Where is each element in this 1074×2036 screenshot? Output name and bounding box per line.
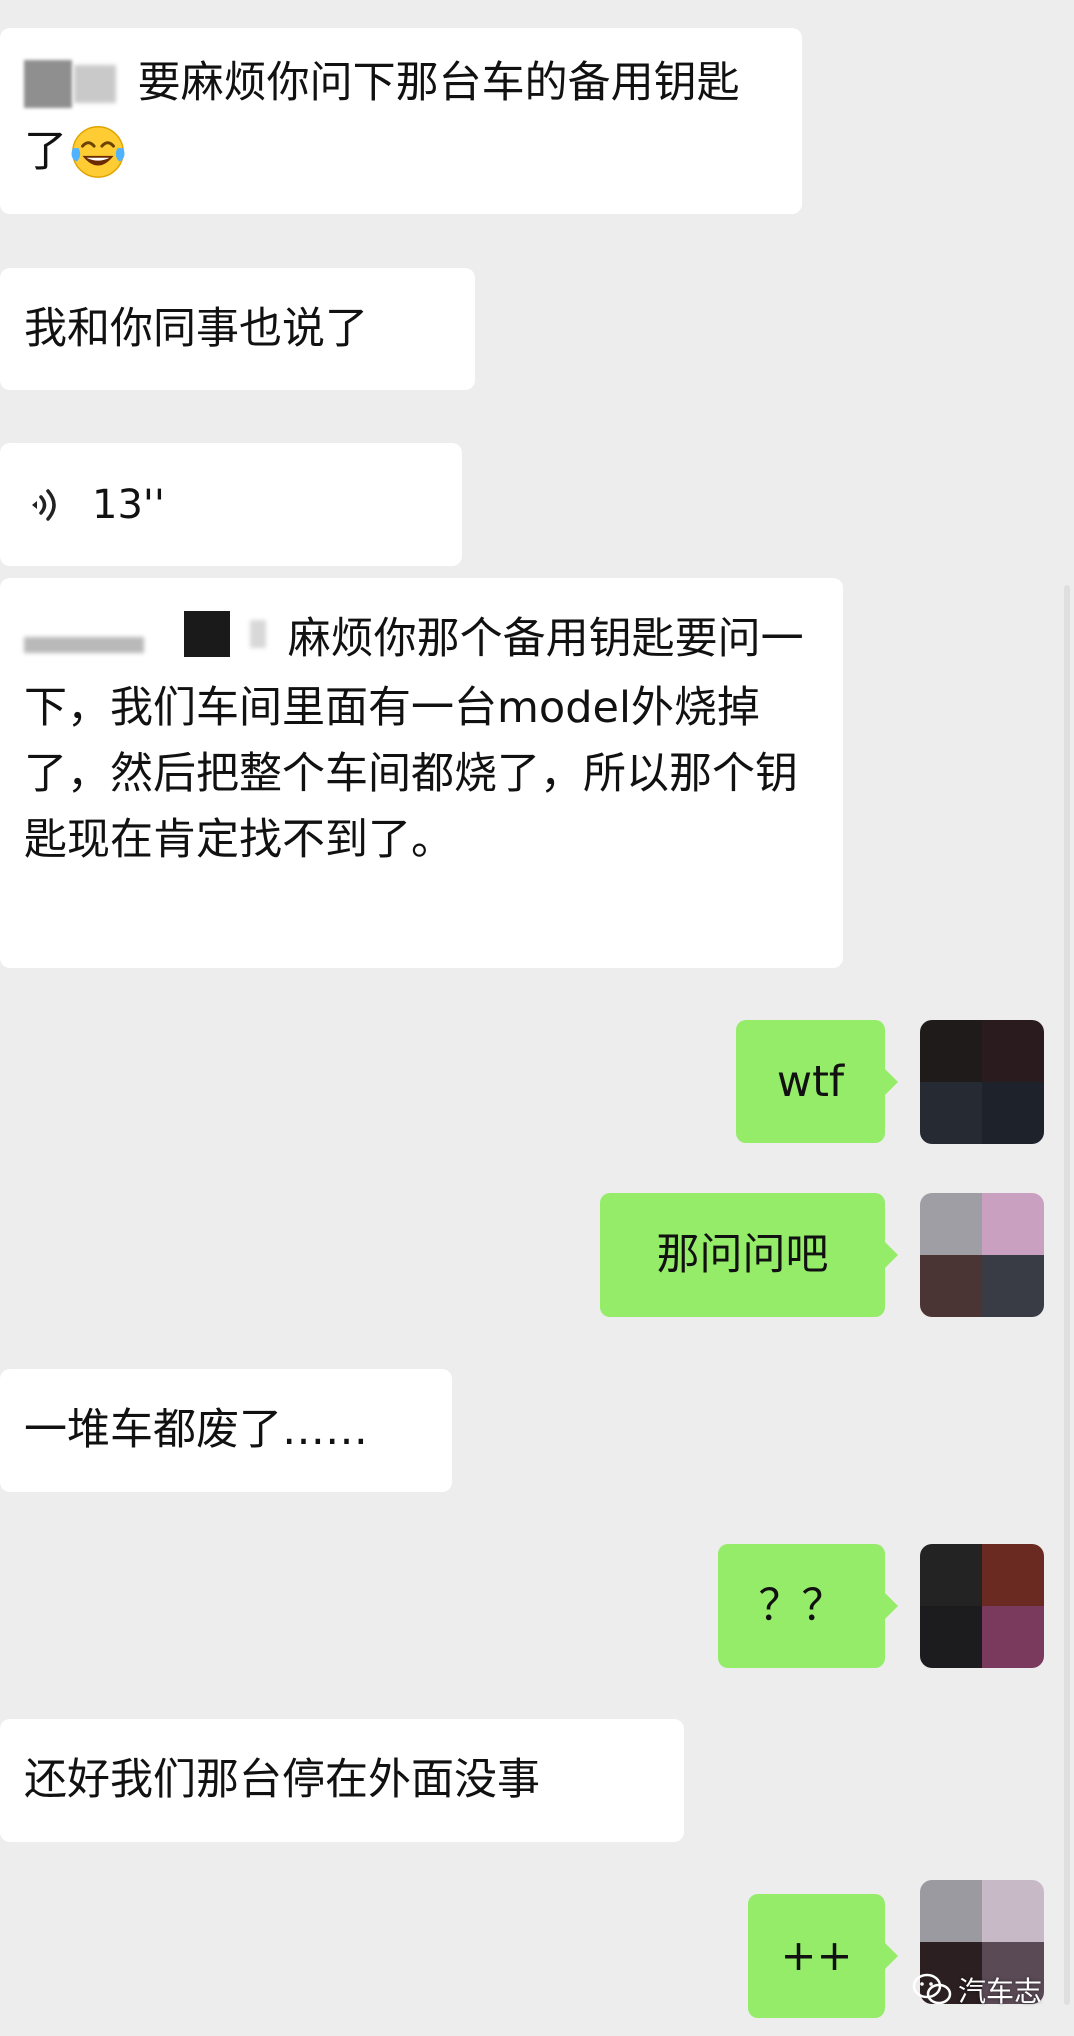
user-avatar[interactable] (920, 1544, 1044, 1668)
voice-duration: 13'' (92, 481, 165, 528)
incoming-message-bubble[interactable]: 要麻烦你问下那台车的备用钥匙了 (0, 28, 802, 214)
message-text: wtf (776, 1056, 845, 1107)
pixelated-name-block (24, 599, 266, 665)
outgoing-message-bubble[interactable]: ++ (748, 1894, 898, 2018)
message-text: 要麻烦你问下那台车的备用钥匙了 (24, 58, 740, 177)
message-text: ？？ (758, 1581, 845, 1631)
outgoing-message-bubble[interactable]: ？？ (718, 1544, 898, 1668)
incoming-message-bubble[interactable]: 还好我们那台停在外面没事 (0, 1719, 684, 1842)
voice-wave-icon (32, 488, 56, 521)
watermark-text: 汽车志 (958, 1975, 1043, 2008)
scrollbar[interactable] (1064, 585, 1070, 2005)
user-avatar[interactable] (920, 1020, 1044, 1144)
incoming-message-bubble[interactable]: 麻烦你那个备用钥匙要问一下，我们车间里面有一台model外烧掉了，然后把整个车间… (0, 578, 843, 968)
voice-message-bubble[interactable]: 13'' (0, 443, 462, 566)
wechat-logo-icon (912, 1973, 952, 2005)
outgoing-message-bubble[interactable]: 那问问吧 (600, 1193, 898, 1317)
message-text: 还好我们那台停在外面没事 (24, 1755, 540, 1805)
message-text: 那问问吧 (656, 1230, 829, 1280)
user-avatar[interactable] (920, 1193, 1044, 1317)
incoming-message-bubble[interactable]: 我和你同事也说了 (0, 268, 475, 390)
message-text: 我和你同事也说了 (24, 304, 368, 354)
outgoing-message-bubble[interactable]: wtf (736, 1020, 898, 1143)
pixelated-name-block (24, 49, 116, 115)
laughing-tears-emoji-icon (71, 126, 125, 178)
watermark: 汽车志 (912, 1970, 1042, 2010)
message-text: 一堆车都废了…… (24, 1405, 368, 1455)
message-text: ++ (780, 1931, 853, 1981)
incoming-message-bubble[interactable]: 一堆车都废了…… (0, 1369, 452, 1492)
chat-message-list: 要麻烦你问下那台车的备用钥匙了 我和你同事也说了 13'' 麻烦你那个备用钥匙要… (0, 0, 1074, 2036)
